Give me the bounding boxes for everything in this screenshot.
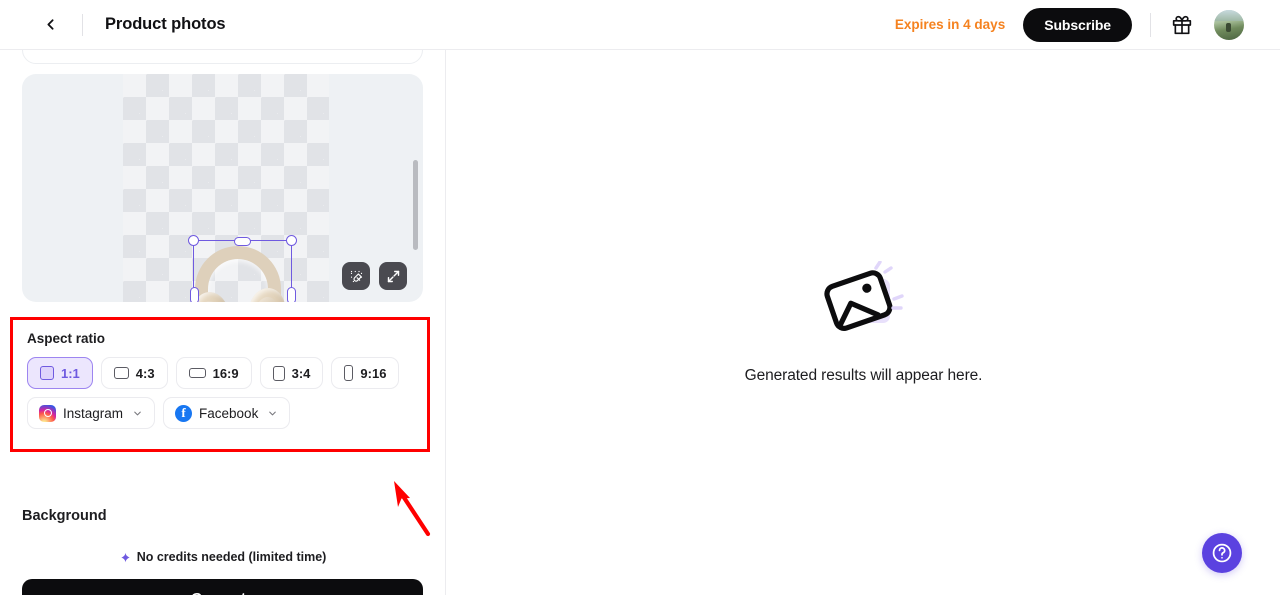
- aspect-ratio-option-label: 16:9: [212, 365, 239, 381]
- editor-sidebar: Aspect ratio 1:1 4:3 16:9 3:4 9:16 Insta…: [0, 50, 446, 595]
- results-panel: Generated results will appear here.: [447, 50, 1280, 595]
- annotation-arrow: [394, 481, 431, 537]
- aspect-ratio-option-9-16[interactable]: 9:16: [331, 357, 400, 389]
- avatar[interactable]: [1214, 9, 1244, 40]
- aspect-ratio-option-label: 1:1: [61, 365, 80, 381]
- subscribe-button[interactable]: Subscribe: [1023, 7, 1132, 42]
- aspect-ratio-option-16-9[interactable]: 16:9: [175, 357, 252, 389]
- expires-label[interactable]: Expires in 4 days: [895, 17, 1005, 32]
- tall-ratio-icon: [344, 365, 354, 381]
- credits-note: No credits needed (limited time): [0, 550, 445, 564]
- social-preset-facebook[interactable]: f Facebook: [163, 397, 291, 429]
- instagram-icon: [39, 404, 56, 422]
- aspect-ratio-option-label: 3:4: [291, 365, 311, 381]
- scrolled-card-above: [22, 50, 423, 64]
- background-section-label: Background: [22, 508, 107, 524]
- magic-eraser-button[interactable]: [342, 262, 370, 290]
- gift-icon: [1172, 15, 1192, 34]
- aspect-ratio-option-label: 9:16: [360, 365, 387, 381]
- generate-button[interactable]: Generate: [22, 579, 423, 595]
- page-title: Product photos: [105, 15, 226, 33]
- credits-note-text: No credits needed (limited time): [136, 550, 327, 564]
- app-root: Product photos Expires in 4 days Subscri…: [0, 0, 1280, 595]
- app-header: Product photos Expires in 4 days Subscri…: [0, 0, 1280, 50]
- facebook-icon: f: [175, 404, 193, 422]
- expand-button[interactable]: [379, 262, 407, 290]
- sparkle-icon: [121, 552, 130, 562]
- aspect-ratio-option-4-3[interactable]: 4:3: [100, 357, 168, 389]
- aspect-ratio-option-1-1[interactable]: 1:1: [27, 357, 93, 389]
- header-divider: [82, 13, 83, 36]
- back-button[interactable]: [36, 11, 64, 39]
- social-preset-instagram[interactable]: Instagram: [27, 397, 156, 429]
- chevron-down-icon: [134, 411, 141, 415]
- gift-button[interactable]: [1169, 12, 1195, 38]
- expand-arrows-icon: [387, 270, 399, 282]
- header-divider-2: [1150, 12, 1151, 37]
- header-left-group: Product photos: [0, 0, 226, 49]
- selection-box[interactable]: [188, 235, 297, 302]
- aspect-ratio-label: Aspect ratio: [27, 331, 106, 346]
- results-placeholder-text: Generated results will appear here.: [744, 366, 983, 384]
- handle-top-center[interactable]: [234, 236, 251, 246]
- results-empty-state: Generated results will appear here.: [447, 50, 1280, 595]
- image-canvas[interactable]: [22, 74, 423, 302]
- social-preset-label: Instagram: [63, 405, 124, 421]
- question-mark-icon: [1212, 543, 1232, 563]
- aspect-ratio-option-label: 4:3: [135, 365, 155, 381]
- handle-middle-left[interactable]: [189, 287, 199, 302]
- canvas-scrollbar[interactable]: [413, 160, 418, 250]
- help-button[interactable]: [1202, 533, 1242, 573]
- magic-eraser-icon: [350, 270, 362, 282]
- aspect-ratio-chip-row: 1:1 4:3 16:9 3:4 9:16: [27, 357, 413, 389]
- placeholder-graphic: [823, 259, 904, 331]
- chevron-left-icon: [46, 19, 54, 30]
- square-ratio-icon: [40, 366, 54, 380]
- aspect-ratio-section: Aspect ratio 1:1 4:3 16:9 3:4 9:16 Insta…: [10, 317, 430, 452]
- portrait-ratio-icon: [272, 365, 285, 381]
- image-placeholder-icon: [818, 259, 910, 339]
- handle-top-right[interactable]: [286, 235, 297, 246]
- social-preset-label: Facebook: [199, 405, 259, 421]
- handle-top-left[interactable]: [188, 235, 199, 246]
- canvas-tool-group: [342, 262, 407, 290]
- aspect-ratio-option-3-4[interactable]: 3:4: [259, 357, 324, 389]
- handle-middle-right[interactable]: [286, 287, 296, 302]
- chevron-down-icon: [269, 411, 277, 415]
- wide-ratio-icon: [188, 368, 206, 378]
- header-right-group: Expires in 4 days Subscribe: [895, 7, 1280, 42]
- social-preset-row: Instagram f Facebook: [27, 397, 413, 429]
- landscape-ratio-icon: [113, 367, 129, 379]
